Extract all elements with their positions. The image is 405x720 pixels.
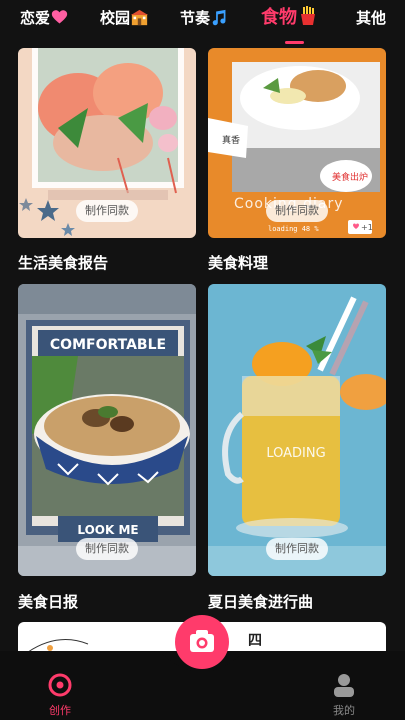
card-title: 美食日报 xyxy=(18,593,79,611)
noodle-bowl-image: COMFORTABLE LOOK ME xyxy=(18,284,196,576)
nav-create-label: 创作 xyxy=(49,704,71,717)
template-card-food-daily[interactable]: COMFORTABLE LOOK ME 制作同款 xyxy=(18,284,196,576)
sticker-text: 美食出炉 xyxy=(332,171,368,183)
tab-other[interactable]: 其他 xyxy=(356,8,386,28)
tab-campus[interactable]: 校园 xyxy=(100,8,149,28)
template-card-summer-food[interactable]: LOADING 制作同款 xyxy=(208,284,386,576)
tab-food-label: 食物 xyxy=(261,7,297,28)
music-note-icon xyxy=(211,9,228,26)
active-tab-indicator xyxy=(285,41,304,44)
card-title: 夏日美食进行曲 xyxy=(208,593,314,611)
tab-love[interactable]: 恋爱 xyxy=(20,8,68,28)
card-title: 生活美食报告 xyxy=(18,254,109,272)
school-icon xyxy=(131,9,149,26)
overlay-loading-text: LOADING xyxy=(266,446,325,461)
nav-profile[interactable]: 我的 xyxy=(314,673,374,718)
tab-other-label: 其他 xyxy=(356,9,387,27)
heart-icon xyxy=(51,9,68,26)
tab-campus-label: 校园 xyxy=(100,9,131,27)
overlay-top-text: COMFORTABLE xyxy=(50,337,166,353)
tag-text: 真香 xyxy=(222,134,240,146)
category-tab-bar: 恋爱 校园 节奏 食物 其他 xyxy=(0,0,405,48)
fries-icon xyxy=(298,6,318,26)
overlay-bottom-text: LOOK ME xyxy=(77,523,138,537)
make-same-button[interactable]: 制作同款 xyxy=(76,538,138,560)
tab-rhythm-label: 节奏 xyxy=(180,9,211,27)
template-card-life-food[interactable]: 制作同款 xyxy=(18,48,196,238)
camera-button[interactable] xyxy=(175,615,229,669)
template-card-food-cooking[interactable]: 真香 Cooking diary 美食出炉 loading 48 % +1 制作… xyxy=(208,48,386,238)
make-same-button[interactable]: 制作同款 xyxy=(76,200,138,222)
tab-rhythm[interactable]: 节奏 xyxy=(180,8,228,28)
progress-text: loading 48 % xyxy=(268,225,319,233)
heart-badge-count: +1 xyxy=(361,223,373,232)
profile-icon xyxy=(334,674,354,697)
tab-food[interactable]: 食物 xyxy=(261,6,318,30)
make-same-button[interactable]: 制作同款 xyxy=(266,200,328,222)
camera-icon xyxy=(190,630,214,652)
card-title: 美食料理 xyxy=(208,254,269,272)
nav-create[interactable]: 创作 xyxy=(30,673,90,718)
create-icon xyxy=(48,673,72,697)
nav-profile-label: 我的 xyxy=(333,704,355,717)
mango-drink-image: LOADING xyxy=(208,284,386,576)
make-same-button[interactable]: 制作同款 xyxy=(266,538,328,560)
tab-love-label: 恋爱 xyxy=(20,9,51,27)
